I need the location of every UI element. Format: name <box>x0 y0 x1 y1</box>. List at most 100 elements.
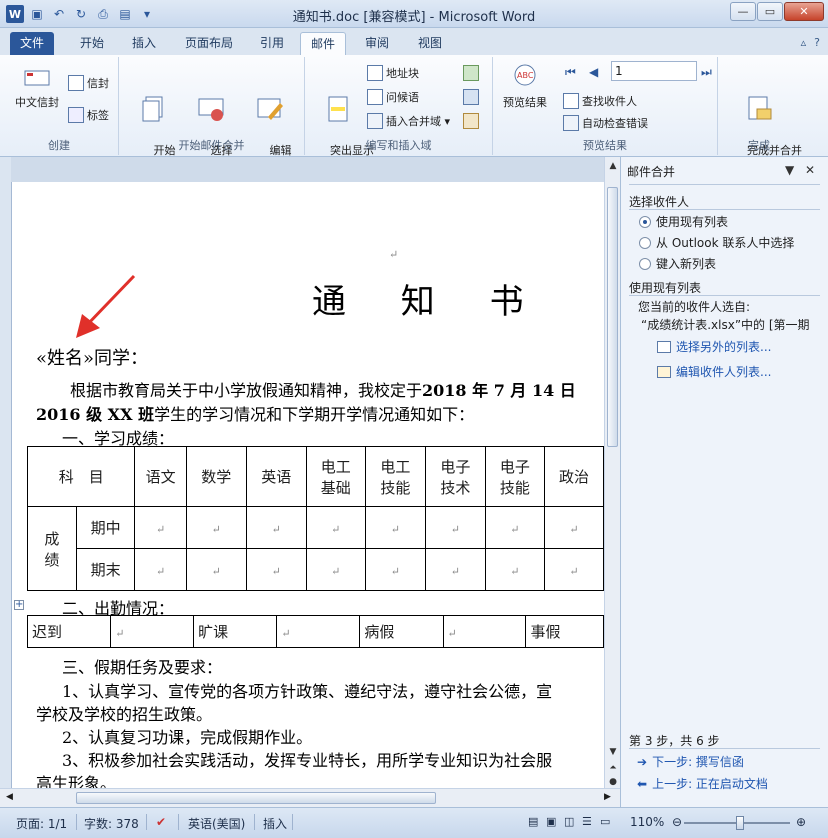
radio-type-new-list[interactable]: 键入新列表 <box>639 255 716 272</box>
grade-cell[interactable]: ↵ <box>364 548 426 591</box>
match-fields-button[interactable] <box>463 89 479 105</box>
minimize-button[interactable]: — <box>730 2 756 21</box>
grade-cell[interactable]: ↵ <box>185 506 247 549</box>
pane-close-icon[interactable]: ✕ <box>805 163 815 177</box>
browse-object-icon[interactable]: ● <box>605 777 621 787</box>
scroll-up-icon[interactable]: ▲ <box>605 161 621 171</box>
grade-cell[interactable]: ↵ <box>245 506 307 549</box>
close-button[interactable]: ✕ <box>784 2 824 21</box>
auto-check-errors-button[interactable]: 自动检查错误 <box>563 115 648 131</box>
radio-outlook-contacts[interactable]: 从 Outlook 联系人中选择 <box>639 234 794 251</box>
scroll-left-icon[interactable]: ◀ <box>6 792 13 802</box>
help-icon[interactable]: ? <box>814 36 820 49</box>
previous-step-link[interactable]: ⬅ 上一步: 正在启动文档 <box>637 775 768 792</box>
annotation-arrow-icon <box>76 274 136 338</box>
cell-mark: ↵ <box>450 564 460 578</box>
scroll-down-icon[interactable]: ▼ <box>605 747 621 757</box>
radio-dot-icon <box>639 257 651 270</box>
vertical-scroll-thumb[interactable] <box>607 187 618 447</box>
attendance-value-cell[interactable]: ↵ <box>442 615 527 648</box>
grade-cell[interactable]: ↵ <box>424 506 486 549</box>
horizontal-scrollbar[interactable]: ◀ ▶ <box>0 788 620 807</box>
print-layout-view-icon[interactable]: ▤ <box>528 815 538 828</box>
zoom-level[interactable]: 110% <box>630 815 664 829</box>
maximize-button[interactable]: ▭ <box>757 2 783 21</box>
zoom-out-icon[interactable]: ⊖ <box>672 815 682 829</box>
grade-cell[interactable]: ↵ <box>424 548 486 591</box>
radio-use-existing[interactable]: 使用现有列表 <box>639 213 728 230</box>
highlight-fields-icon <box>328 96 348 122</box>
chinese-envelope-button[interactable]: 中文信封 <box>10 61 64 111</box>
grade-cell[interactable]: ↵ <box>185 548 247 591</box>
grade-cell[interactable]: ↵ <box>134 548 187 591</box>
preview-results-button[interactable]: ABC 预览结果 <box>497 61 553 111</box>
insert-merge-field-button[interactable]: 插入合并域 ▾ <box>367 113 450 129</box>
rules-button[interactable] <box>463 65 479 81</box>
zoom-slider-knob[interactable] <box>736 816 744 830</box>
find-recipient-icon <box>563 93 579 109</box>
grade-cell[interactable]: ↵ <box>134 506 187 549</box>
labels-button[interactable]: 标签 <box>68 107 109 123</box>
cell-mark: ↵ <box>271 564 281 578</box>
select-another-list-link[interactable]: 选择另外的列表... <box>657 338 771 355</box>
attendance-value-cell[interactable]: ↵ <box>276 615 361 648</box>
full-screen-view-icon[interactable]: ▣ <box>546 815 556 828</box>
insert-mode-indicator[interactable]: 插入 <box>263 815 287 832</box>
tab-review[interactable]: 审阅 <box>355 32 399 55</box>
tab-references[interactable]: 引用 <box>250 32 294 55</box>
proofing-icon[interactable]: ✔ <box>156 815 166 829</box>
grade-cell[interactable]: ↵ <box>305 506 366 549</box>
grade-cell[interactable]: ↵ <box>245 548 307 591</box>
outline-view-icon[interactable]: ☰ <box>582 815 592 828</box>
address-block-button[interactable]: 地址块 <box>367 65 419 81</box>
language-indicator[interactable]: 英语(美国) <box>188 815 245 832</box>
grade-cell[interactable]: ↵ <box>305 548 366 591</box>
ribbon-minimize-icon[interactable]: ▵ <box>801 36 807 49</box>
grade-cell[interactable]: ↵ <box>543 548 604 591</box>
table-move-handle-icon[interactable]: + <box>14 600 24 610</box>
find-recipient-button[interactable]: 查找收件人 <box>563 93 637 109</box>
record-number-input[interactable]: 1 <box>611 61 697 81</box>
tab-page-layout[interactable]: 页面布局 <box>175 32 243 55</box>
grade-cell[interactable]: ↵ <box>484 548 545 591</box>
draft-view-icon[interactable]: ▭ <box>600 815 610 828</box>
address-block-icon <box>367 65 383 81</box>
tab-view[interactable]: 视图 <box>408 32 452 55</box>
document-page[interactable]: ↵ 通 知 书 «姓名»同学： 根据市教育局关于中小学放假通知精神，我校定于20… <box>12 182 604 807</box>
word-count[interactable]: 字数: 378 <box>84 815 139 832</box>
document-title: 通 知 书 <box>312 282 546 322</box>
group-create: 中文信封 信封 标签 创建 <box>0 57 119 155</box>
grade-cell[interactable]: ↵ <box>364 506 426 549</box>
web-layout-view-icon[interactable]: ◫ <box>564 815 574 828</box>
next-step-link[interactable]: ➔ 下一步: 撰写信函 <box>637 753 744 770</box>
tab-home[interactable]: 开始 <box>70 32 114 55</box>
tab-insert[interactable]: 插入 <box>122 32 166 55</box>
grade-cell[interactable]: ↵ <box>543 506 604 549</box>
previous-record-icon[interactable]: ◀ <box>589 65 598 79</box>
horizontal-scroll-thumb[interactable] <box>76 792 436 804</box>
vertical-scrollbar[interactable]: ▲ ▼ ⏶ ● ⏷ <box>604 157 620 807</box>
scroll-right-icon[interactable]: ▶ <box>604 792 611 802</box>
grade-cell[interactable]: ↵ <box>484 506 545 549</box>
greeting-line-button[interactable]: 问候语 <box>367 89 419 105</box>
cell-mark: ↵ <box>390 564 400 578</box>
previous-page-icon[interactable]: ⏶ <box>605 763 621 773</box>
subject-cell: 电子 技术 <box>424 446 486 507</box>
envelopes-button[interactable]: 信封 <box>68 75 109 91</box>
attendance-value-cell[interactable]: ↵ <box>110 615 195 648</box>
first-record-icon[interactable]: ⏮ <box>565 65 576 80</box>
paragraph-mark: ↵ <box>389 248 399 261</box>
tab-mailings[interactable]: 邮件 <box>300 32 347 55</box>
last-record-icon[interactable]: ⏭ <box>701 65 712 80</box>
pane-options-icon[interactable]: ▼ <box>785 163 794 177</box>
cell-mark: ↵ <box>155 522 166 536</box>
grades-table: 科 目 语文 数学 英语 电工 基础 电工 技能 电子 技术 电子 技能 政治 … <box>26 446 604 591</box>
zoom-in-icon[interactable]: ⊕ <box>796 815 806 829</box>
radio-dot-icon <box>639 215 651 228</box>
update-labels-button[interactable] <box>463 113 479 129</box>
group-write-insert-fields: 突出显示 合并域 地址块 问候语 插入合并域 ▾ 编写和插入域 <box>305 57 493 173</box>
tab-file[interactable]: 文件 <box>10 32 55 55</box>
edit-recipient-list-link[interactable]: 编辑收件人列表... <box>657 363 771 380</box>
use-existing-heading: 使用现有列表 <box>629 281 702 295</box>
page-count[interactable]: 页面: 1/1 <box>16 815 67 832</box>
